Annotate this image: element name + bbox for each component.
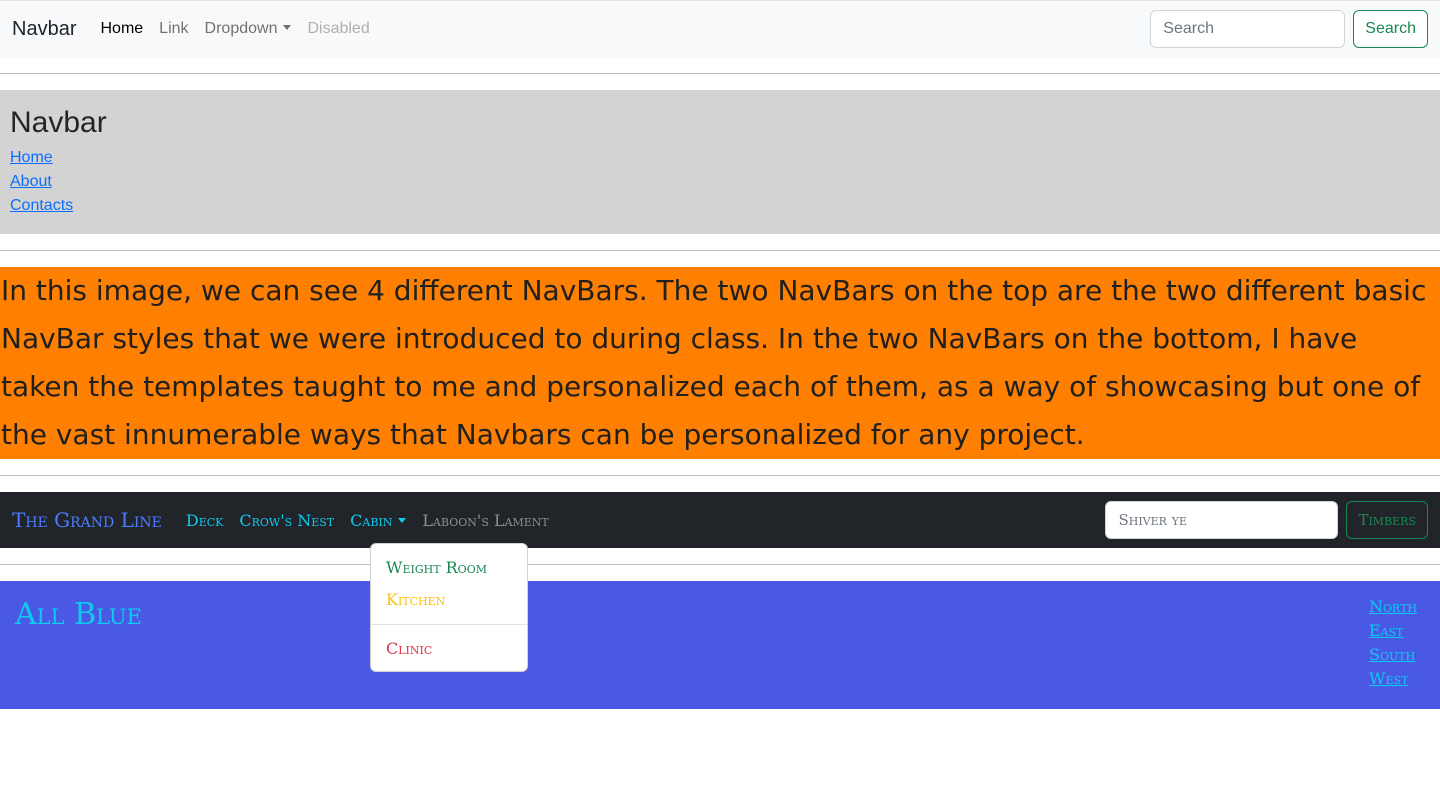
nav-link-deck[interactable]: Deck: [186, 511, 224, 530]
navbar-all-blue: All Blue North East South West: [0, 581, 1440, 709]
search-form: Timbers: [1105, 501, 1428, 539]
search-button[interactable]: Search: [1353, 10, 1428, 48]
dropdown-menu: Weight Room Kitchen Clinic: [370, 543, 528, 672]
list-item: About: [10, 170, 1430, 194]
list-item: North: [1369, 595, 1417, 619]
navbar-title: All Blue: [15, 597, 142, 632]
nav-list: Home About Contacts: [10, 146, 1430, 218]
divider: [0, 475, 1440, 476]
dropdown-divider: [371, 624, 527, 625]
nav-link-west[interactable]: West: [1369, 669, 1408, 688]
nav-link-disabled: Disabled: [307, 20, 370, 37]
dropdown-item-kitchen[interactable]: Kitchen: [371, 584, 527, 616]
nav-dropdown-toggle[interactable]: Cabin: [350, 510, 407, 530]
search-input[interactable]: [1150, 10, 1346, 48]
dropdown-item-clinic[interactable]: Clinic: [371, 633, 527, 665]
nav-link-about[interactable]: About: [10, 173, 52, 190]
nav-link-disabled: Laboon's Lament: [422, 510, 549, 530]
nav-link-contacts[interactable]: Contacts: [10, 197, 73, 214]
dropdown-item-weight-room[interactable]: Weight Room: [371, 552, 527, 584]
navbar-brand[interactable]: The Grand Line: [12, 508, 162, 532]
search-form: Search: [1150, 10, 1428, 48]
nav-dropdown-label: Dropdown: [204, 20, 278, 37]
nav-link-east[interactable]: East: [1369, 621, 1404, 640]
navbar-grand-line: The Grand Line Deck Crow's Nest Cabin La…: [0, 492, 1440, 548]
navbar-plain: Navbar Home About Contacts: [0, 90, 1440, 234]
chevron-down-icon: [283, 25, 292, 30]
list-item: West: [1369, 667, 1417, 691]
list-item: South: [1369, 643, 1417, 667]
divider: [0, 250, 1440, 251]
nav-link-south[interactable]: South: [1369, 645, 1415, 664]
nav-link-crows-nest[interactable]: Crow's Nest: [239, 511, 334, 530]
navbar-brand[interactable]: Navbar: [12, 18, 76, 41]
nav-dropdown-toggle[interactable]: Dropdown: [205, 20, 292, 38]
nav-link-home[interactable]: Home: [100, 20, 143, 38]
list-item: Home: [10, 146, 1430, 170]
description-text: In this image, we can see 4 different Na…: [0, 267, 1440, 459]
divider: [0, 73, 1440, 74]
divider: [0, 564, 1440, 565]
nav-link-north[interactable]: North: [1369, 597, 1417, 616]
search-button[interactable]: Timbers: [1346, 501, 1428, 539]
chevron-down-icon: [398, 517, 407, 523]
search-input[interactable]: [1105, 501, 1339, 539]
navbar-title: Navbar: [10, 106, 107, 139]
navbar-basic: Navbar Home Link Dropdown Disabled Searc…: [0, 0, 1440, 57]
nav-dropdown-label: Cabin: [350, 510, 393, 530]
nav-list: North East South West: [1369, 595, 1417, 691]
nav-link-link[interactable]: Link: [159, 20, 188, 38]
nav-link-home[interactable]: Home: [10, 149, 53, 166]
list-item: East: [1369, 619, 1417, 643]
list-item: Contacts: [10, 194, 1430, 218]
